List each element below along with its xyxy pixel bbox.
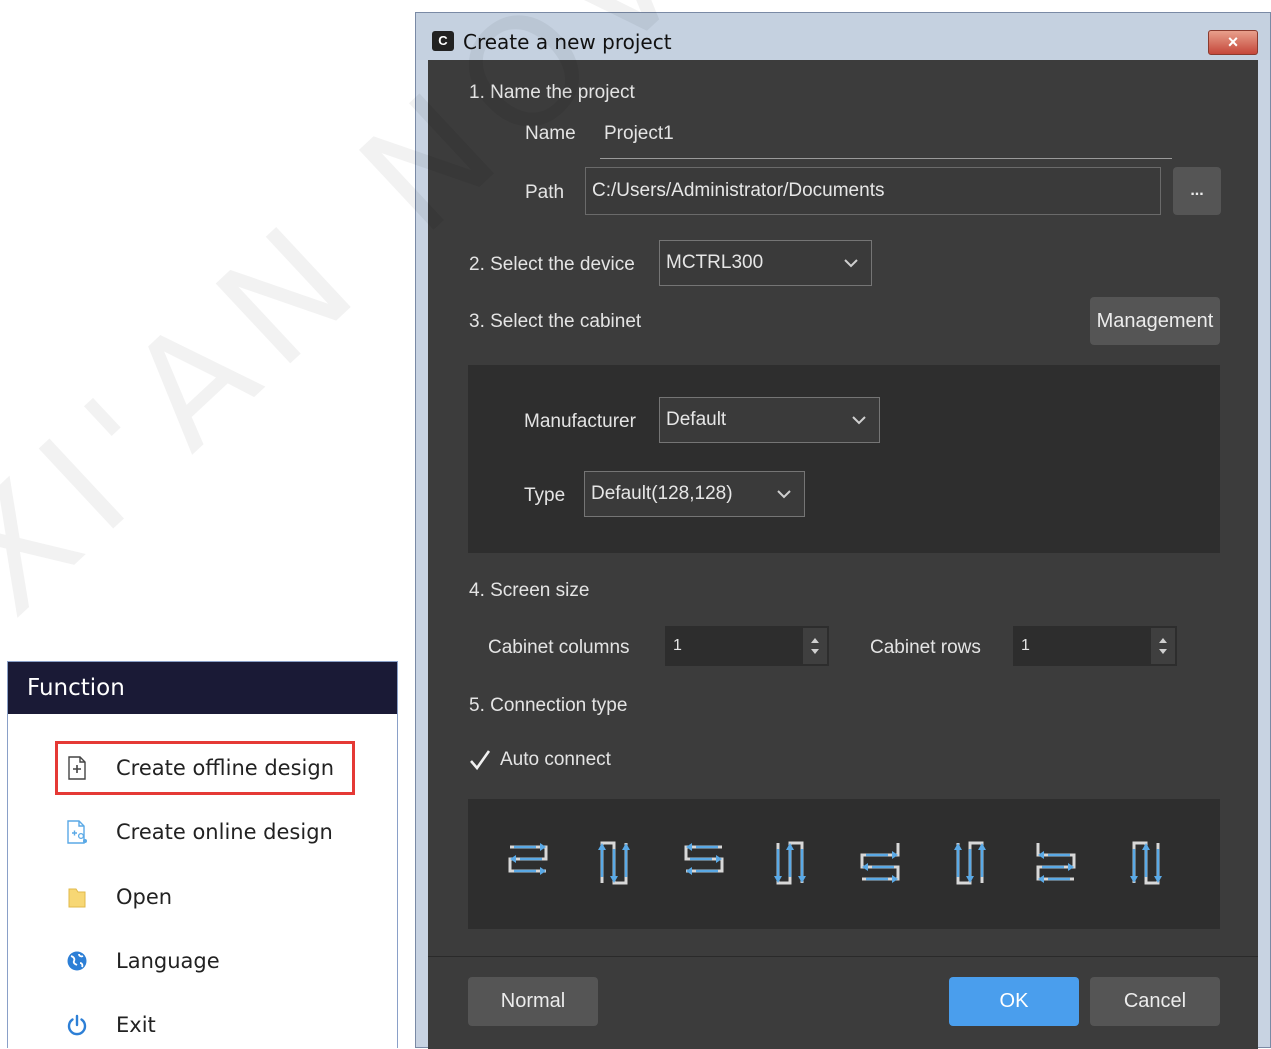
connection-mode-3-icon[interactable] <box>682 839 726 887</box>
globe-icon <box>66 949 88 973</box>
open-label: Open <box>116 885 173 909</box>
stepper-arrows-icon[interactable] <box>803 628 827 664</box>
device-select-value: MCTRL300 <box>666 252 764 273</box>
cabinet-columns-label: Cabinet columns <box>488 637 630 658</box>
connection-mode-8-icon[interactable] <box>1122 839 1166 887</box>
function-panel: Function Create offline design Create on… <box>7 661 398 1048</box>
open-item[interactable]: Open <box>66 877 172 917</box>
cabinet-rows-stepper[interactable]: 1 <box>1013 626 1177 666</box>
chevron-down-icon <box>777 490 791 499</box>
connection-mode-5-icon[interactable] <box>858 839 902 887</box>
function-panel-title: Function <box>8 662 397 714</box>
device-select[interactable]: MCTRL300 <box>659 240 872 286</box>
create-online-design-label: Create online design <box>116 820 333 844</box>
normal-button[interactable]: Normal <box>468 977 598 1026</box>
step1-heading: 1. Name the project <box>469 82 635 103</box>
auto-connect-label: Auto connect <box>500 749 611 770</box>
step4-heading: 4. Screen size <box>469 580 590 601</box>
file-plus-icon <box>66 756 88 780</box>
connection-mode-1-icon[interactable] <box>506 839 550 887</box>
create-online-design-item[interactable]: Create online design <box>66 812 333 852</box>
connection-mode-2-icon[interactable] <box>594 839 638 887</box>
type-label: Type <box>524 485 566 506</box>
connection-mode-4-icon[interactable] <box>770 839 814 887</box>
cabinet-columns-stepper[interactable]: 1 <box>665 626 829 666</box>
cabinet-rows-value: 1 <box>1021 637 1030 654</box>
cabinet-rows-label: Cabinet rows <box>870 637 981 658</box>
chevron-down-icon <box>844 259 858 268</box>
language-item[interactable]: Language <box>66 941 220 981</box>
path-label: Path <box>525 182 565 203</box>
auto-connect-checkbox[interactable] <box>468 748 492 772</box>
cancel-button[interactable]: Cancel <box>1090 977 1220 1026</box>
type-select[interactable]: Default(128,128) <box>584 471 805 517</box>
chevron-down-icon <box>852 416 866 425</box>
exit-label: Exit <box>116 1013 156 1037</box>
name-input[interactable]: Project1 <box>604 123 674 145</box>
manufacturer-label: Manufacturer <box>524 411 636 432</box>
step3-heading: 3. Select the cabinet <box>469 311 642 332</box>
close-button[interactable]: × <box>1208 30 1258 55</box>
create-project-dialog: C Create a new project × 1. Name the pro… <box>415 12 1271 1049</box>
manufacturer-select[interactable]: Default <box>659 397 880 443</box>
cabinet-columns-value: 1 <box>673 637 682 654</box>
stepper-arrows-icon[interactable] <box>1151 628 1175 664</box>
path-input[interactable]: C:/Users/Administrator/Documents <box>585 167 1161 215</box>
power-icon <box>66 1013 88 1037</box>
folder-icon <box>66 885 88 909</box>
type-select-value: Default(128,128) <box>591 483 733 504</box>
connection-type-panel <box>468 799 1220 929</box>
language-label: Language <box>116 949 220 973</box>
manufacturer-select-value: Default <box>666 409 727 430</box>
step2-heading: 2. Select the device <box>469 254 635 275</box>
app-logo-icon: C <box>432 31 454 51</box>
step5-heading: 5. Connection type <box>469 695 628 716</box>
browse-button[interactable]: ... <box>1173 167 1221 215</box>
management-button[interactable]: Management <box>1090 297 1220 345</box>
dialog-title: Create a new project <box>463 30 672 54</box>
create-offline-design-label: Create offline design <box>116 756 335 780</box>
footer-divider <box>428 956 1258 957</box>
exit-item[interactable]: Exit <box>66 1005 156 1045</box>
name-input-underline <box>600 158 1172 159</box>
file-network-icon <box>66 820 88 844</box>
cabinet-panel: Manufacturer Default Type Default(128,12… <box>468 365 1220 553</box>
name-label: Name <box>525 123 576 144</box>
ok-button[interactable]: OK <box>949 977 1079 1026</box>
create-offline-design-item[interactable]: Create offline design <box>54 741 356 795</box>
dialog-body: 1. Name the project Name Project1 Path C… <box>428 60 1258 1049</box>
connection-mode-6-icon[interactable] <box>946 839 990 887</box>
connection-mode-7-icon[interactable] <box>1034 839 1078 887</box>
dialog-titlebar[interactable]: C Create a new project × <box>416 13 1270 60</box>
